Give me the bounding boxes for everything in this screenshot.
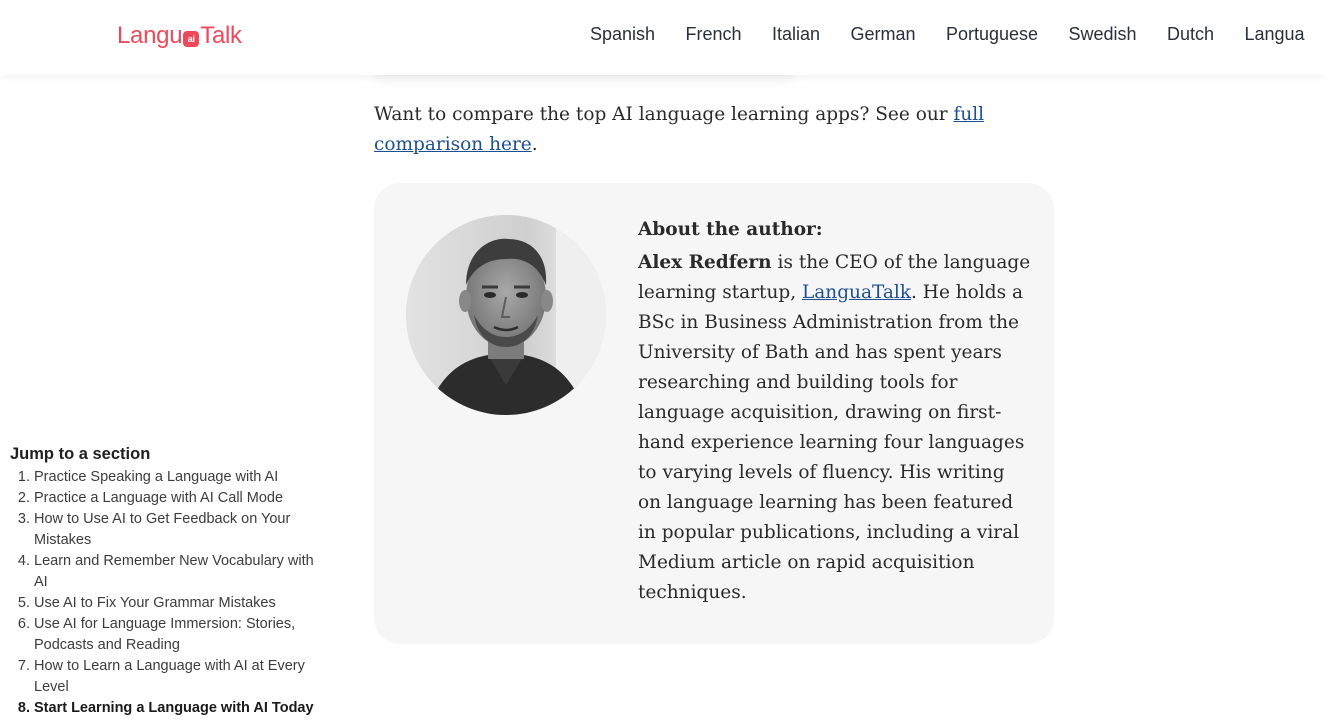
nav-item-portuguese[interactable]: Portuguese [946,22,1038,46]
toc-title: Jump to a section [10,445,151,463]
languatalk-link[interactable]: LanguaTalk [802,282,911,303]
nav-item-languages[interactable]: Langua [1245,22,1305,46]
comparison-paragraph: Want to compare the top AI language lear… [374,100,1044,160]
author-name: Alex Redfern [638,252,772,273]
nav-item-spanish[interactable]: Spanish [590,22,655,46]
nav-item-italian[interactable]: Italian [772,22,820,46]
logo-ai-badge: ai [183,31,200,47]
comparison-text: Want to compare the top AI language lear… [374,104,954,125]
toc-item[interactable]: Practice Speaking a Language with AI [34,467,330,488]
toc-item[interactable]: Use AI to Fix Your Grammar Mistakes [34,593,330,614]
table-of-contents: Jump to a section Practice Speaking a La… [10,443,330,719]
comparison-period: . [531,134,538,155]
toc-item[interactable]: How to Use AI to Get Feedback on Your Mi… [34,509,330,551]
nav-item-dutch[interactable]: Dutch [1167,22,1214,46]
author-bio: About the author: Alex Redfern is the CE… [638,215,1033,608]
author-heading: About the author: [638,219,823,240]
toc-item-label[interactable]: How to Learn a Language with AI at Every… [34,658,305,695]
nav-item-german[interactable]: German [851,22,916,46]
toc-item[interactable]: How to Learn a Language with AI at Every… [34,656,330,698]
logo-text-left: Langu [117,22,183,49]
author-photo [406,215,606,415]
toc-item[interactable]: Practice a Language with AI Call Mode [34,488,330,509]
language-nav: Spanish French Italian German Portuguese… [590,22,1326,46]
toc-list: Practice Speaking a Language with AI Pra… [10,467,330,719]
author-bio-part2: . He holds a BSc in Business Administrat… [638,282,1025,603]
toc-item-label[interactable]: Practice Speaking a Language with AI [34,469,278,485]
toc-item-label[interactable]: Use AI to Fix Your Grammar Mistakes [34,595,276,611]
toc-item[interactable]: Use AI for Language Immersion: Stories, … [34,614,330,656]
toc-item-label[interactable]: Start Learning a Language with AI Today [34,700,314,716]
nav-item-french[interactable]: French [686,22,742,46]
nav-item-swedish[interactable]: Swedish [1069,22,1137,46]
toc-item-label[interactable]: Learn and Remember New Vocabulary with A… [34,553,314,590]
toc-item-label[interactable]: How to Use AI to Get Feedback on Your Mi… [34,511,290,548]
languatalk-logo[interactable]: Langu ai Talk [117,20,242,52]
author-portrait-image [406,215,606,415]
author-bio-text: Alex Redfern is the CEO of the language … [638,248,1033,608]
author-card: About the author: Alex Redfern is the CE… [374,183,1054,644]
toc-item[interactable]: Learn and Remember New Vocabulary with A… [34,551,330,593]
logo-text-right: Talk [200,22,242,49]
toc-item-label[interactable]: Use AI for Language Immersion: Stories, … [34,616,295,653]
site-header: Langu ai Talk Spanish French Italian Ger… [0,0,1326,75]
toc-item-active[interactable]: Start Learning a Language with AI Today [34,698,330,719]
toc-item-label[interactable]: Practice a Language with AI Call Mode [34,490,283,506]
